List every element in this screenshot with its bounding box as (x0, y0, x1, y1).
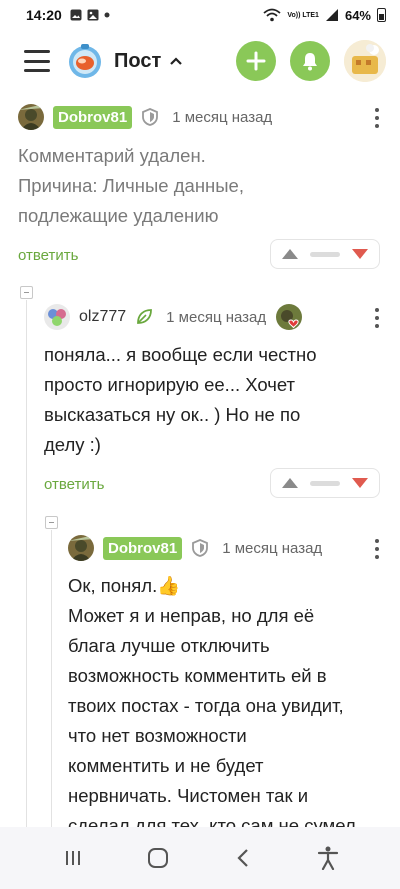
upvote-icon[interactable] (281, 248, 299, 260)
comment-time[interactable]: 1 месяц назад (172, 109, 272, 126)
comment-time[interactable]: 1 месяц назад (222, 540, 322, 557)
app-header: Пост (0, 30, 400, 92)
downvote-icon[interactable] (351, 477, 369, 489)
comment-actions: ответить (44, 468, 380, 500)
rating-bar (310, 480, 340, 486)
more-options-icon[interactable] (374, 539, 380, 559)
comment-actions: ответить (18, 239, 380, 271)
home-icon[interactable] (143, 843, 173, 873)
status-time: 14:20 (26, 7, 62, 23)
rating-bar (310, 251, 340, 257)
accessibility-icon[interactable] (313, 843, 343, 873)
comments-feed: Dobrov81 1 месяц назад Комментарий удале… (0, 92, 400, 827)
chevron-up-icon[interactable] (169, 56, 183, 66)
thread-line (26, 300, 27, 827)
vote-control (270, 468, 380, 498)
comment: olz777 1 месяц назад поняла... я вообще … (44, 302, 380, 500)
status-icons (70, 9, 110, 21)
collapse-thread-button[interactable] (45, 516, 58, 529)
recent-apps-icon[interactable] (58, 843, 88, 873)
status-bar: 14:20 Vo)) LTE1 64% (0, 0, 400, 30)
hamburger-menu-icon[interactable] (24, 50, 50, 72)
more-options-icon[interactable] (374, 308, 380, 328)
vote-control (270, 239, 380, 269)
avatar[interactable] (68, 535, 94, 561)
battery-percent: 64% (344, 7, 371, 23)
picture-icon (70, 9, 82, 21)
comment-time[interactable]: 1 месяц назад (166, 309, 266, 326)
shield-icon (192, 539, 209, 557)
comment: Dobrov81 1 месяц назад Комментарий удале… (18, 102, 380, 271)
shield-icon (142, 108, 159, 126)
leaf-icon (137, 309, 153, 324)
thread-line (51, 530, 52, 827)
more-options-icon[interactable] (374, 108, 380, 128)
user-avatar[interactable] (344, 40, 386, 82)
avatar[interactable] (18, 104, 44, 130)
downvote-icon[interactable] (351, 248, 369, 260)
status-right: Vo)) LTE1 64% (263, 8, 386, 23)
signal-icon (325, 9, 338, 21)
comment-text: Комментарий удален. Причина: Личные данн… (18, 145, 244, 226)
page-title[interactable]: Пост (114, 50, 161, 73)
comment-header: Dobrov81 1 месяц назад (68, 533, 380, 563)
author-name[interactable]: Dobrov81 (103, 536, 183, 560)
author-name[interactable]: olz777 (79, 308, 126, 326)
notifications-button[interactable] (290, 41, 330, 81)
comment-text: поняла... я вообще если честно просто иг… (44, 344, 317, 455)
upvote-icon[interactable] (281, 477, 299, 489)
comment-header: Dobrov81 1 месяц назад (18, 102, 380, 132)
dot-icon (104, 12, 110, 18)
comment: Dobrov81 1 месяц назад Ок, понял.👍 Может… (68, 533, 380, 827)
comment-header: olz777 1 месяц назад (44, 302, 380, 332)
logo[interactable] (66, 42, 104, 80)
reaction-avatar[interactable] (276, 304, 303, 330)
system-nav-bar (0, 827, 400, 889)
back-icon[interactable] (228, 843, 258, 873)
plus-icon (246, 51, 266, 71)
reply-button[interactable]: ответить (44, 476, 104, 493)
battery-icon (377, 8, 386, 22)
bell-icon (303, 53, 317, 71)
reply-button[interactable]: ответить (18, 247, 78, 264)
network-label: Vo)) LTE1 (287, 11, 319, 19)
comment-text: Ок, понял.👍 Может я и неправ, но для её … (68, 575, 356, 827)
avatar[interactable] (44, 304, 70, 330)
header-actions (236, 40, 386, 82)
image-icon (87, 9, 99, 21)
collapse-thread-button[interactable] (20, 286, 33, 299)
author-name[interactable]: Dobrov81 (53, 105, 133, 129)
wifi-icon (263, 8, 281, 22)
add-post-button[interactable] (236, 41, 276, 81)
